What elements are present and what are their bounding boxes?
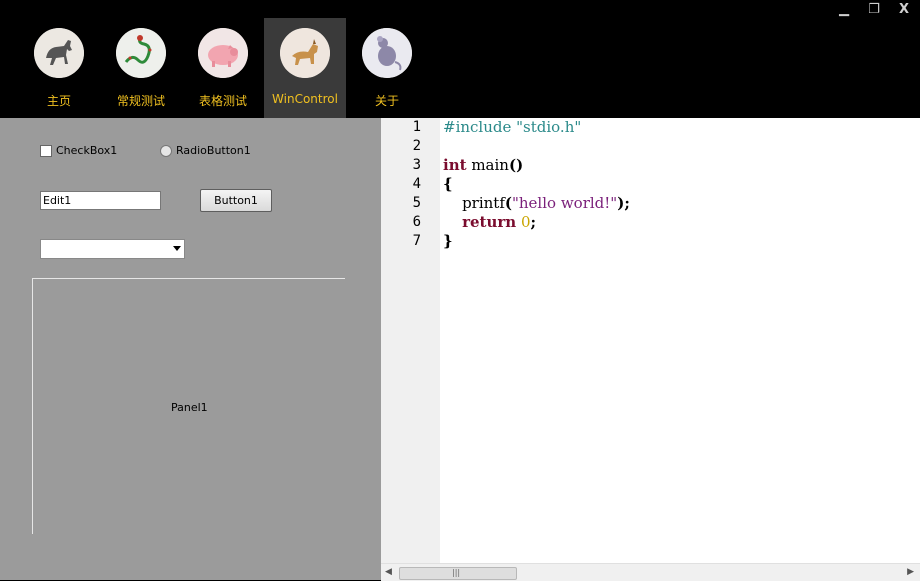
radio-circle[interactable]	[160, 144, 172, 157]
checkbox1[interactable]: CheckBox1	[40, 144, 117, 157]
close-button[interactable]: X	[893, 2, 915, 18]
grip-icon: |||	[452, 568, 461, 577]
nav-label-about: 关于	[374, 94, 399, 108]
line-number: 1	[412, 119, 421, 135]
line-number: 3	[412, 157, 421, 173]
radiobutton1[interactable]: RadioButton1	[160, 144, 251, 157]
top-nav: 主页 常规测试 表格测试 WinControl 关于	[18, 18, 428, 118]
nav-item-general-test[interactable]: 常规测试	[100, 18, 182, 118]
line-number: 6	[412, 214, 421, 230]
minimize-button[interactable]: ▁	[833, 2, 855, 18]
nav-item-about[interactable]: 关于	[346, 18, 428, 118]
code-line: #include "stdio.h"	[443, 118, 582, 136]
combobox[interactable]	[40, 239, 185, 259]
chevron-down-icon[interactable]	[173, 246, 181, 251]
code-line: }	[443, 232, 453, 250]
code-line: printf("hello world!");	[443, 194, 630, 212]
nav-label-general-test: 常规测试	[116, 94, 165, 108]
scroll-left-icon[interactable]: ◀	[385, 567, 392, 577]
code-line: {	[443, 175, 453, 193]
code-editor[interactable]: 1 2 3 4 5 6 7 #include "stdio.h" int mai…	[381, 118, 920, 581]
line-number: 5	[412, 195, 421, 211]
nav-item-wincontrol[interactable]: WinControl	[264, 18, 346, 118]
dragon-icon	[116, 28, 166, 78]
scroll-right-icon[interactable]: ▶	[907, 567, 914, 577]
edit1-input[interactable]: Edit1	[40, 191, 161, 210]
line-number: 2	[412, 138, 421, 154]
horizontal-scrollbar[interactable]: ◀ ||| ▶	[381, 563, 920, 581]
radiobutton1-label: RadioButton1	[176, 144, 251, 157]
checkbox-box[interactable]	[40, 144, 52, 157]
panel1-label: Panel1	[171, 401, 208, 414]
code-line: return 0;	[462, 213, 537, 231]
horse-icon	[34, 28, 84, 78]
nav-item-home[interactable]: 主页	[18, 18, 100, 118]
nav-item-table-test[interactable]: 表格测试	[182, 18, 264, 118]
maximize-button[interactable]: ❐	[863, 2, 885, 18]
nav-label-home: 主页	[46, 94, 71, 108]
button1[interactable]: Button1	[200, 189, 272, 212]
code-line: int main()	[443, 156, 524, 174]
line-number: 4	[412, 176, 421, 192]
scrollbar-thumb[interactable]: |||	[399, 567, 517, 580]
rat-icon	[362, 28, 412, 78]
line-number: 7	[412, 233, 421, 249]
line-number-gutter: 1 2 3 4 5 6 7	[381, 118, 440, 563]
dog-icon	[280, 28, 330, 78]
controls-panel: CheckBox1 RadioButton1 Edit1 Button1 Pan…	[0, 118, 381, 580]
nav-label-table-test: 表格测试	[198, 94, 247, 108]
pig-icon	[198, 28, 248, 78]
panel1: Panel1	[32, 278, 345, 534]
nav-label-wincontrol: WinControl	[272, 92, 338, 106]
checkbox1-label: CheckBox1	[56, 144, 118, 157]
